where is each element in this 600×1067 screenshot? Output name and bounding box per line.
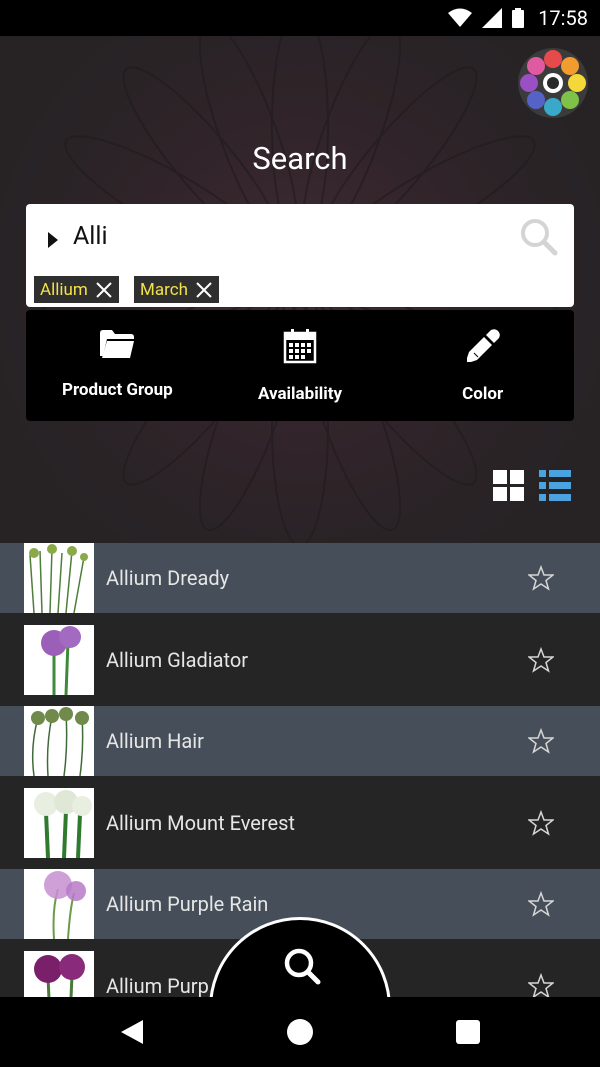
flower-wheel-icon xyxy=(518,48,588,118)
recents-icon[interactable] xyxy=(456,1020,480,1044)
grid-view-icon[interactable] xyxy=(493,470,525,502)
item-name: Allium Gladiator xyxy=(106,647,249,672)
list-view-icon[interactable] xyxy=(539,470,571,502)
filter-chip[interactable]: March xyxy=(134,276,219,303)
filter-color[interactable]: Color xyxy=(391,310,574,421)
status-time: 17:58 xyxy=(538,6,588,30)
favorite-star-icon[interactable] xyxy=(528,809,554,836)
chip-label: March xyxy=(140,279,188,300)
filter-availability[interactable]: Availability xyxy=(209,310,392,421)
expand-caret-icon[interactable] xyxy=(48,232,58,248)
color-picker-icon xyxy=(466,329,500,362)
calendar-icon xyxy=(283,329,317,364)
home-icon[interactable] xyxy=(287,1019,313,1045)
list-item[interactable]: Allium Hair xyxy=(0,706,600,776)
back-icon[interactable] xyxy=(121,1020,143,1044)
flower-thumbnail xyxy=(24,788,94,858)
navigation-bar xyxy=(0,997,600,1067)
status-bar: 17:58 xyxy=(0,0,600,36)
search-input[interactable]: Alli xyxy=(73,222,108,251)
favorite-star-icon[interactable] xyxy=(528,891,554,917)
favorite-star-icon[interactable] xyxy=(528,728,554,754)
search-icon[interactable] xyxy=(520,218,558,256)
search-card: Alli Allium March xyxy=(26,204,574,307)
screen: 17:58 Search Alli Allium March Product G… xyxy=(0,0,600,1067)
flower-thumbnail xyxy=(24,543,94,613)
flower-thumbnail xyxy=(24,869,94,939)
filter-label: Availability xyxy=(257,384,343,404)
flower-thumbnail xyxy=(24,625,94,695)
item-name: Allium Dready xyxy=(106,566,230,590)
filter-label: Color xyxy=(462,384,504,404)
favorite-star-icon[interactable] xyxy=(528,646,554,673)
brand-logo[interactable] xyxy=(518,48,588,118)
flower-thumbnail xyxy=(24,706,94,776)
folder-icon xyxy=(100,330,135,358)
filter-product-group[interactable]: Product Group xyxy=(26,310,209,421)
remove-chip-icon[interactable] xyxy=(195,281,213,299)
favorite-star-icon[interactable] xyxy=(528,972,554,999)
list-item[interactable]: Allium Dready xyxy=(0,543,600,613)
favorite-star-icon[interactable] xyxy=(528,565,554,591)
list-item[interactable]: Allium Gladiator xyxy=(0,613,600,706)
remove-chip-icon[interactable] xyxy=(95,281,113,299)
filter-label: Product Group xyxy=(61,380,173,400)
wifi-icon xyxy=(448,8,473,27)
item-name: Allium Hair xyxy=(106,729,204,753)
cellular-signal-icon xyxy=(482,8,503,28)
list-item[interactable]: Allium Mount Everest xyxy=(0,776,600,869)
item-name: Allium Mount Everest xyxy=(106,810,295,835)
filter-chip[interactable]: Allium xyxy=(34,276,119,303)
item-name: Allium Purp xyxy=(106,973,209,998)
filter-bar: Product Group Availability Color xyxy=(26,310,574,421)
item-name: Allium Purple Rain xyxy=(106,892,269,916)
battery-icon xyxy=(512,8,525,28)
chip-label: Allium xyxy=(40,279,88,300)
search-icon xyxy=(284,948,321,985)
page-title: Search xyxy=(252,140,348,177)
